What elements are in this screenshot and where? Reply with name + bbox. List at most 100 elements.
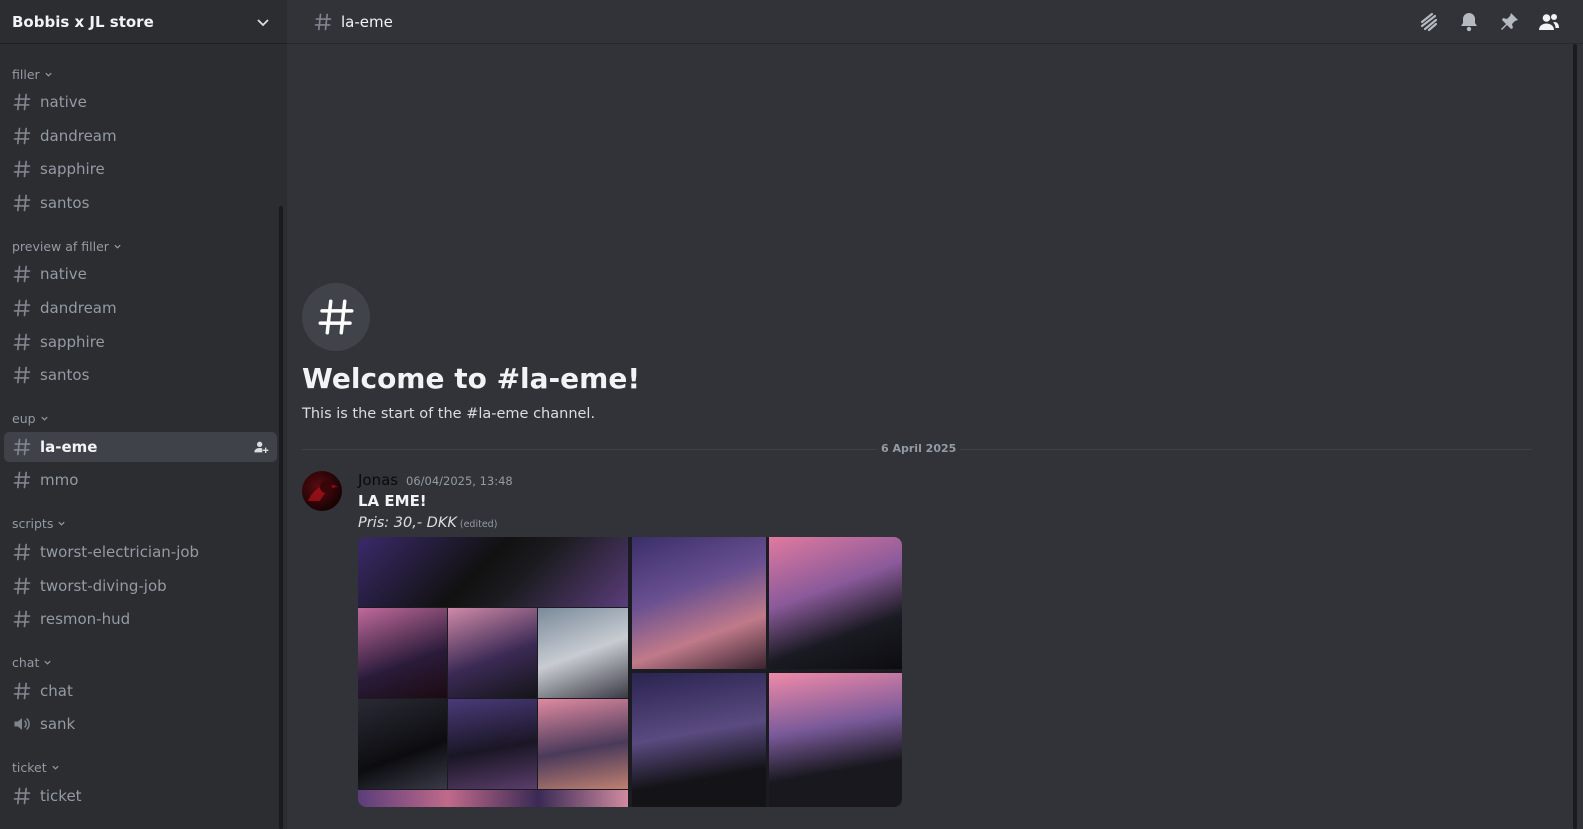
message-author[interactable]: Jonas (358, 471, 398, 489)
channel-label: tworst-diving-job (40, 576, 167, 595)
image-tile (358, 699, 447, 789)
channel-label: chat (40, 681, 73, 700)
sidebar-item-ticket[interactable]: ticket (4, 781, 277, 811)
hash-icon (13, 472, 31, 489)
chat-scrollbar[interactable] (1573, 44, 1577, 829)
hash-icon (13, 577, 31, 594)
image-tile (769, 673, 902, 807)
hash-icon (13, 299, 31, 317)
category-3[interactable]: scripts (0, 514, 279, 534)
category-label: ticket (12, 760, 47, 776)
channel-label: santos (40, 366, 90, 385)
message-title: LA EME! (358, 492, 427, 510)
channel-sidebar: Bobbis x JL store filler native dandream sa… (0, 0, 287, 829)
bell-icon[interactable] (1457, 10, 1481, 34)
chevron-down-icon (44, 660, 51, 665)
hash-icon (13, 610, 31, 628)
sidebar-item-mmo[interactable]: mmo (4, 465, 277, 495)
channel-label: sapphire (40, 160, 105, 179)
chevron-down-icon (58, 522, 65, 527)
hash-icon (13, 333, 31, 350)
hash-icon (13, 682, 31, 700)
sidebar-item-resmon-hud[interactable]: resmon-hud (4, 604, 277, 634)
category-2[interactable]: eup (0, 409, 279, 429)
sidebar-item-santos[interactable]: santos (4, 360, 277, 390)
channel-welcome-icon (302, 283, 370, 351)
channel-label: resmon-hud (40, 610, 131, 629)
hash-icon (13, 543, 31, 561)
date-divider-label: 6 April 2025 (877, 442, 961, 455)
sidebar-item-tworst-electrician-job[interactable]: tworst-electrician-job (4, 537, 277, 567)
sidebar-item-chat[interactable]: chat (4, 676, 277, 706)
sidebar-item-sapphire[interactable]: sapphire (4, 154, 277, 184)
channel-list: filler native dandream sapphire santos previe… (0, 44, 279, 829)
hash-icon (13, 160, 31, 178)
image-attachment[interactable] (358, 537, 902, 807)
avatar[interactable] (302, 471, 342, 511)
members-icon[interactable] (1537, 10, 1561, 34)
channel-label: sank (40, 715, 76, 734)
sidebar-item-tworst-diving-job[interactable]: tworst-diving-job (4, 571, 277, 601)
sidebar-item-sapphire[interactable]: sapphire (4, 327, 277, 357)
chevron-down-icon (40, 416, 48, 421)
sidebar-item-sank[interactable]: sank (4, 709, 277, 739)
image-tile (448, 608, 537, 698)
channel-label: dandream (40, 298, 117, 317)
sidebar-item-native[interactable]: native (4, 259, 277, 289)
hash-icon (13, 194, 31, 212)
channel-label: ticket (40, 786, 82, 805)
category-5[interactable]: ticket (0, 758, 279, 778)
image-tile (448, 699, 537, 789)
channel-label: tworst-electrician-job (40, 542, 200, 561)
category-label: preview af filler (12, 238, 109, 254)
server-name: Bobbis x JL store (12, 12, 154, 31)
image-tile (358, 537, 628, 607)
sidebar-item-santos[interactable]: santos (4, 188, 277, 218)
message-price-text: Pris: 30,- DKK (358, 515, 457, 531)
chat-area: la-eme Welcome to #la-eme! This is the s… (287, 0, 1583, 829)
image-tile (632, 673, 766, 807)
image-tile (538, 608, 628, 698)
add-member-icon[interactable] (253, 439, 269, 455)
category-1[interactable]: preview af filler (0, 236, 279, 256)
image-tile (632, 537, 766, 669)
image-tile (358, 790, 628, 807)
channel-label: mmo (40, 471, 79, 490)
hash-icon (13, 93, 31, 111)
chevron-down-icon (45, 72, 52, 77)
hash-icon (318, 299, 354, 335)
channel-label: santos (40, 193, 90, 212)
image-tile (358, 608, 447, 698)
sidebar-scrollbar[interactable] (279, 206, 283, 829)
avatar-image-icon (308, 481, 338, 501)
message-timestamp: 06/04/2025, 13:48 (406, 474, 513, 488)
category-label: eup (12, 411, 36, 427)
channel-label: dandream (40, 126, 117, 145)
channel-label: native (40, 93, 87, 111)
category-label: chat (12, 655, 40, 671)
threads-icon[interactable] (1417, 10, 1441, 34)
chevron-down-icon (114, 244, 121, 249)
category-0[interactable]: filler (0, 64, 279, 84)
welcome-title: Welcome to #la-eme! (302, 362, 641, 395)
message-price: Pris: 30,- DKK (edited) (358, 515, 497, 531)
header-toolbar (1417, 10, 1561, 34)
hash-icon (13, 127, 31, 144)
channel-label: native (40, 265, 87, 284)
sidebar-item-native[interactable]: native (4, 87, 277, 117)
edited-tag: (edited) (459, 519, 498, 530)
sidebar-item-la-eme[interactable]: la-eme (4, 431, 277, 462)
category-label: filler (12, 66, 40, 82)
hash-icon (13, 787, 31, 805)
sidebar-item-dandream[interactable]: dandream (4, 293, 277, 323)
hash-icon (314, 13, 332, 30)
category-4[interactable]: chat (0, 653, 279, 673)
sidebar-item-dandream[interactable]: dandream (4, 121, 277, 151)
hash-icon (13, 366, 31, 384)
chevron-down-icon (257, 18, 269, 26)
channel-header: la-eme (287, 0, 1583, 44)
welcome-subtitle: This is the start of the #la-eme channel… (302, 406, 596, 422)
pin-icon[interactable] (1497, 10, 1521, 34)
server-header[interactable]: Bobbis x JL store (0, 0, 287, 44)
image-tile (538, 699, 628, 789)
